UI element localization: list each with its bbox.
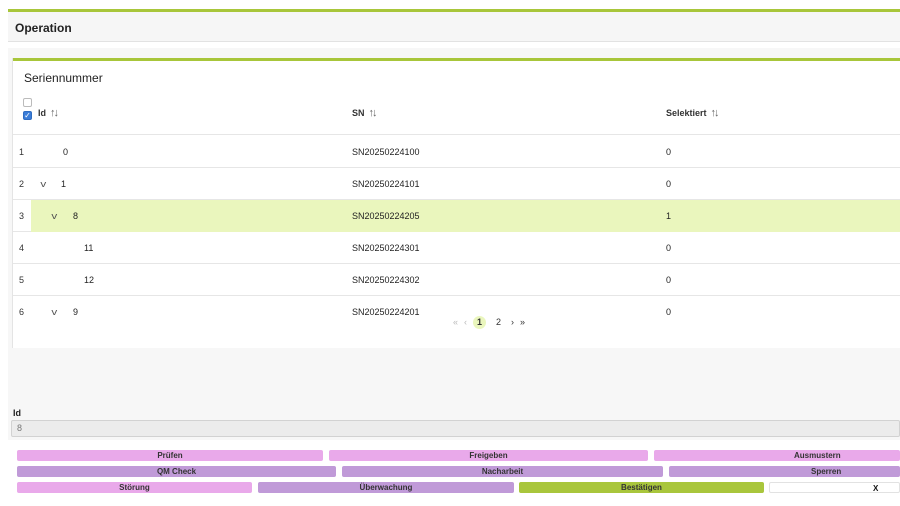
sort-icon[interactable]: ↑↓ bbox=[711, 107, 720, 119]
row-sn: SN20250224101 bbox=[352, 179, 420, 189]
nacharbeit-button[interactable]: Nacharbeit bbox=[342, 466, 663, 477]
row-index: 6 bbox=[19, 307, 25, 317]
sperren-button[interactable]: Sperren bbox=[669, 466, 900, 477]
page-button-2[interactable]: 2 bbox=[492, 316, 505, 329]
id-field-label: Id bbox=[13, 408, 21, 418]
row-id: 0 bbox=[63, 147, 69, 157]
row-selektiert: 0 bbox=[666, 147, 672, 157]
row-sn: SN20250224302 bbox=[352, 275, 420, 285]
prev-page-button[interactable]: ‹ bbox=[464, 317, 467, 327]
bestaetigen-button[interactable]: Bestätigen bbox=[519, 482, 764, 493]
ueberwachung-button[interactable]: Überwachung bbox=[258, 482, 514, 493]
row-id-cell: v 1 bbox=[40, 179, 67, 189]
row-index: 1 bbox=[19, 147, 25, 157]
last-page-button[interactable]: » bbox=[520, 317, 525, 327]
first-page-button[interactable]: « bbox=[453, 317, 458, 327]
table-row[interactable]: 1 0 SN20250224100 0 bbox=[13, 136, 900, 168]
row-id: 1 bbox=[61, 179, 67, 189]
row-id-cell: 11 bbox=[84, 243, 93, 253]
table-header: ✓ Id ↑↓ SN ↑↓ Selektiert ↑↓ bbox=[13, 96, 900, 135]
row-sn: SN20250224301 bbox=[352, 243, 420, 253]
main-panel: Seriennummer ✓ Id ↑↓ SN ↑↓ Selektiert ↑↓… bbox=[8, 48, 900, 440]
row-id-cell: 12 bbox=[84, 275, 94, 285]
pruefen-button[interactable]: Prüfen bbox=[17, 450, 323, 461]
table-row-selected[interactable]: 3 v 8 SN20250224205 1 bbox=[13, 200, 900, 232]
row-index: 5 bbox=[19, 275, 25, 285]
operation-panel: Operation bbox=[8, 12, 900, 42]
row-selektiert: 1 bbox=[666, 211, 672, 221]
row-index: 4 bbox=[19, 243, 25, 253]
table-row[interactable]: 4 11 SN20250224301 0 bbox=[13, 232, 900, 264]
column-header-selektiert-label: Selektiert bbox=[666, 108, 707, 118]
ausmustern-button[interactable]: Ausmustern bbox=[654, 450, 900, 461]
stoerung-button[interactable]: Störung bbox=[17, 482, 252, 493]
chevron-down-icon[interactable]: v bbox=[51, 211, 65, 221]
operation-title: Operation bbox=[15, 21, 72, 35]
row-id-cell: v 8 bbox=[51, 211, 79, 221]
serial-number-card: Seriennummer ✓ Id ↑↓ SN ↑↓ Selektiert ↑↓… bbox=[12, 58, 900, 348]
freigeben-button[interactable]: Freigeben bbox=[329, 450, 648, 461]
row-id: 9 bbox=[73, 307, 79, 317]
column-header-id[interactable]: Id ↑↓ bbox=[38, 107, 59, 119]
select-all-checkbox[interactable]: ✓ bbox=[23, 111, 32, 120]
card-title: Seriennummer bbox=[24, 71, 103, 85]
row-id: 11 bbox=[84, 243, 94, 253]
next-page-button[interactable]: › bbox=[511, 317, 514, 327]
column-header-id-label: Id bbox=[38, 108, 46, 118]
chevron-down-icon[interactable]: v bbox=[40, 179, 54, 189]
page-button-1[interactable]: 1 bbox=[473, 315, 487, 329]
row-index: 3 bbox=[19, 211, 25, 221]
row-sn: SN20250224205 bbox=[352, 211, 420, 221]
pagination: « ‹ 1 2 › » bbox=[453, 315, 525, 329]
row-selektiert: 0 bbox=[666, 307, 672, 317]
row-selektiert: 0 bbox=[666, 275, 672, 285]
sort-icon[interactable]: ↑↓ bbox=[369, 107, 378, 119]
row-selektiert: 0 bbox=[666, 179, 672, 189]
row-id: 12 bbox=[84, 275, 95, 285]
column-header-selektiert[interactable]: Selektiert ↑↓ bbox=[666, 107, 720, 119]
table-row[interactable]: 2 v 1 SN20250224101 0 bbox=[13, 168, 900, 200]
header-checkbox-empty[interactable] bbox=[23, 98, 32, 107]
row-id-cell: v 9 bbox=[51, 307, 79, 317]
column-header-sn-label: SN bbox=[352, 108, 365, 118]
id-field[interactable]: 8 bbox=[11, 420, 900, 437]
chevron-down-icon[interactable]: v bbox=[51, 307, 65, 317]
close-button[interactable]: X bbox=[769, 482, 900, 493]
qm-check-button[interactable]: QM Check bbox=[17, 466, 336, 477]
sort-icon[interactable]: ↑↓ bbox=[50, 107, 59, 119]
table-row[interactable]: 5 12 SN20250224302 0 bbox=[13, 264, 900, 296]
row-sn: SN20250224201 bbox=[352, 307, 420, 317]
row-sn: SN20250224100 bbox=[352, 147, 420, 157]
row-index: 2 bbox=[19, 179, 25, 189]
card-accent-bar bbox=[13, 58, 900, 61]
column-header-sn[interactable]: SN ↑↓ bbox=[352, 107, 378, 119]
selected-row-highlight bbox=[31, 200, 900, 232]
row-id-cell: 0 bbox=[63, 147, 68, 157]
row-selektiert: 0 bbox=[666, 243, 672, 253]
row-id: 8 bbox=[73, 211, 79, 221]
